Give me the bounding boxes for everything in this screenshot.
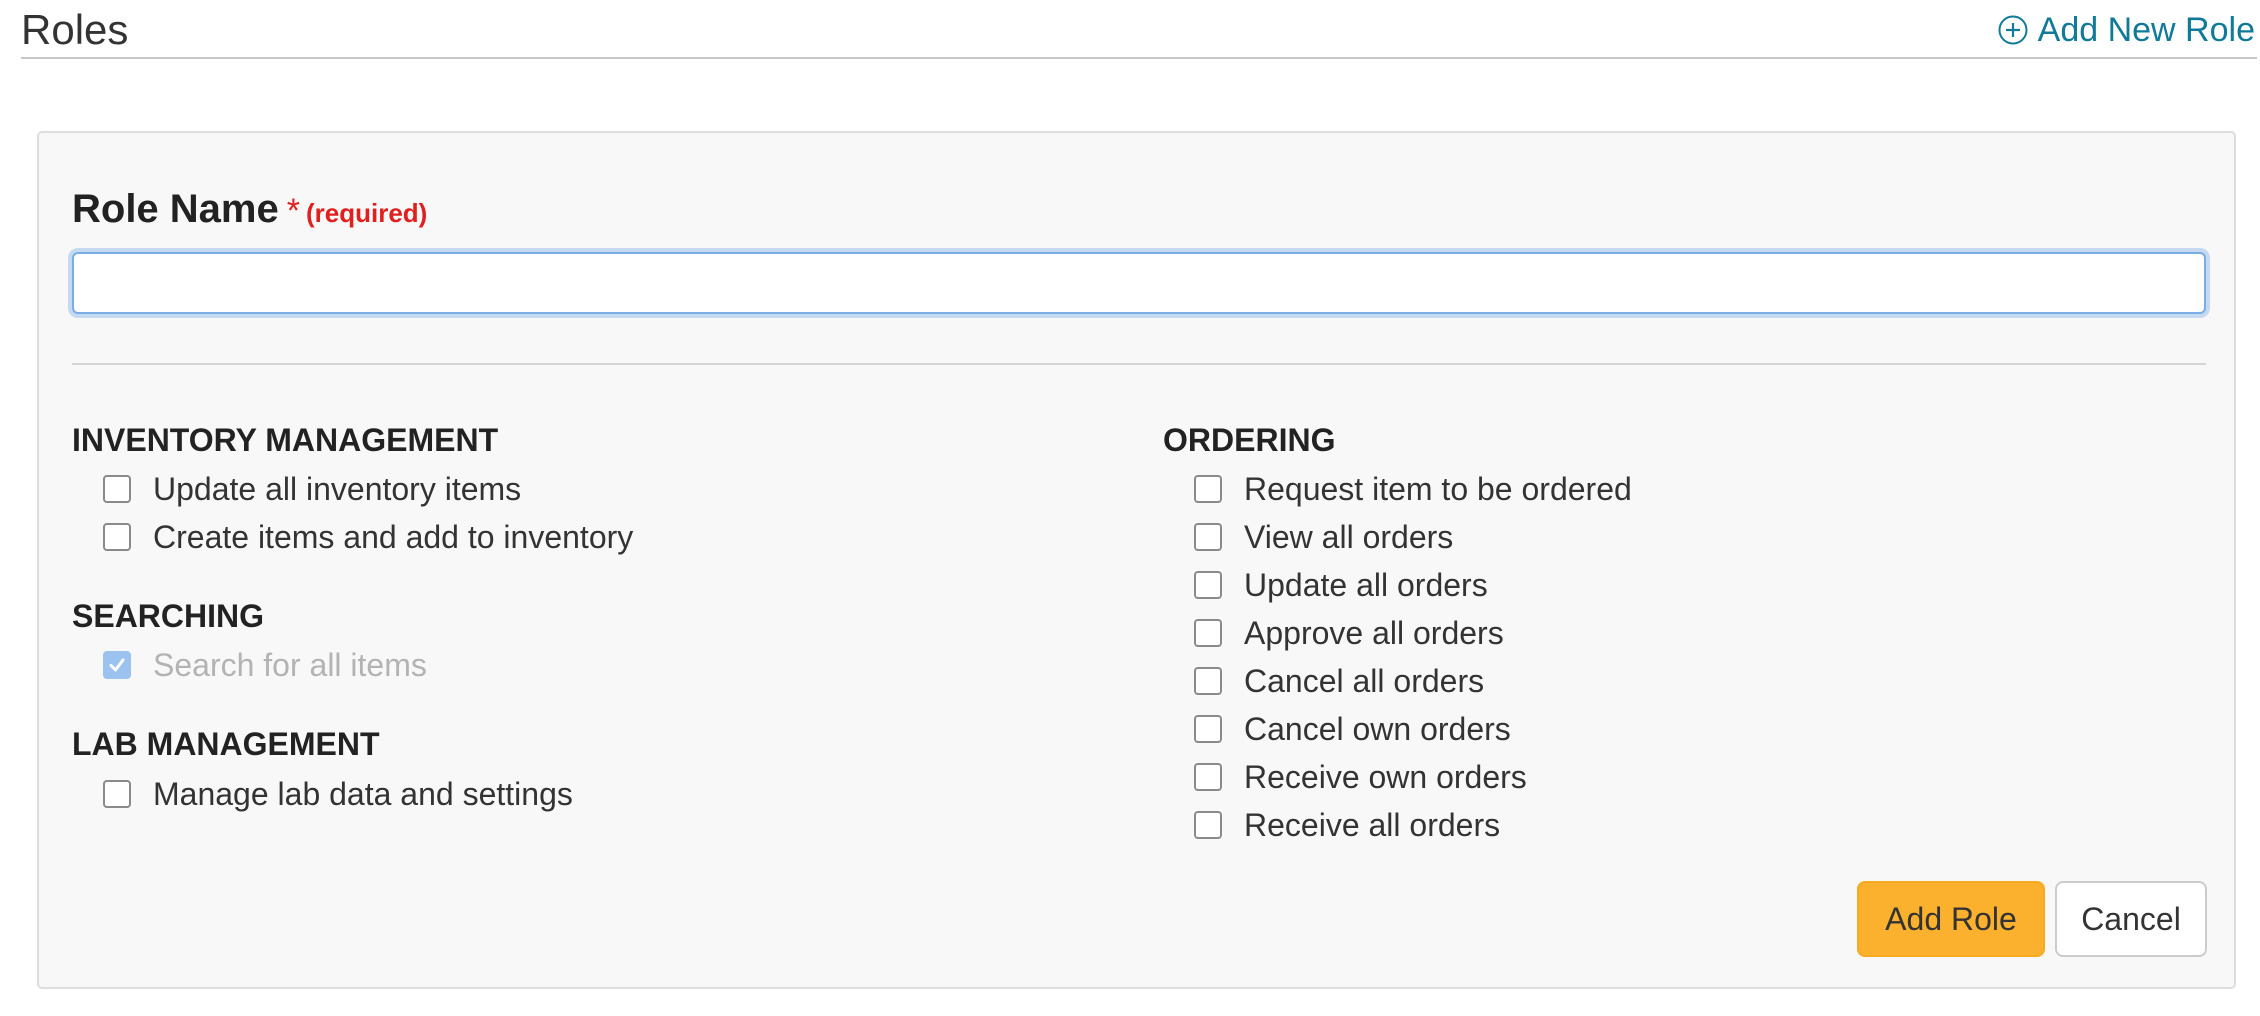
permission-label: Update all orders [1244,567,1488,603]
checkbox[interactable] [103,475,131,503]
permission-receive-all-orders[interactable]: Receive all orders [1194,805,1500,845]
permission-create-items[interactable]: Create items and add to inventory [103,517,633,557]
role-name-label-text: Role Name [72,187,279,231]
checkbox[interactable] [1194,811,1222,839]
checkbox[interactable] [1194,571,1222,599]
permission-label: Update all inventory items [153,471,522,507]
section-heading-searching: SEARCHING [72,598,265,634]
permission-label: Receive all orders [1244,807,1501,843]
page-header: Roles Add New Role [21,0,2257,59]
page-title: Roles [21,6,129,53]
permission-label: Cancel own orders [1244,711,1511,747]
role-name-label: Role Name * (required) [72,185,427,237]
permission-view-all-orders[interactable]: View all orders [1194,517,1453,557]
permission-label: Create items and add to inventory [153,519,634,555]
permission-label: Approve all orders [1244,615,1504,651]
permission-request-item-to-be-ordered[interactable]: Request item to be ordered [1194,469,1632,509]
roles-page: Roles Add New Role Role Name * (required) … [0,0,2260,1016]
add-new-role-link[interactable]: Add New Role [1998,10,2255,50]
permission-label: Request item to be ordered [1244,471,1632,507]
permission-update-all-inventory-items[interactable]: Update all inventory items [103,469,521,509]
role-name-input[interactable] [72,252,2206,314]
permission-update-all-orders[interactable]: Update all orders [1194,565,1488,605]
permission-label: Receive own orders [1244,759,1527,795]
add-new-role-label: Add New Role [2037,11,2255,49]
section-heading-ordering: ORDERING [1163,422,1336,458]
required-star: * [286,192,300,230]
cancel-button[interactable]: Cancel [2055,881,2207,957]
section-heading-lab: LAB MANAGEMENT [72,726,380,762]
checkbox[interactable] [1194,475,1222,503]
checkbox[interactable] [1194,667,1222,695]
checkbox[interactable] [1194,523,1222,551]
permission-manage-lab-data[interactable]: Manage lab data and settings [103,774,573,814]
permission-receive-own-orders[interactable]: Receive own orders [1194,757,1527,797]
checkbox[interactable] [1194,763,1222,791]
checkbox[interactable] [1194,619,1222,647]
form-divider [72,363,2206,365]
checkbox[interactable] [1194,715,1222,743]
section-heading-inventory: INVENTORY MANAGEMENT [72,422,499,458]
permission-label: View all orders [1244,519,1454,555]
checkbox[interactable] [103,523,131,551]
plus-circle-icon [1998,15,2028,45]
add-role-button[interactable]: Add Role [1857,881,2045,957]
required-text: (required) [305,198,428,228]
permission-cancel-own-orders[interactable]: Cancel own orders [1194,709,1511,749]
add-role-panel: Role Name * (required) INVENTORY MANAGEMEN… [37,131,2236,989]
permission-label: Search for all items [153,647,427,683]
checkmark-icon [109,658,125,672]
checkbox-checked-disabled [103,651,131,679]
permission-cancel-all-orders[interactable]: Cancel all orders [1194,661,1484,701]
permission-label: Manage lab data and settings [153,776,573,812]
permission-label: Cancel all orders [1244,663,1485,699]
permission-search-for-all-items: Search for all items [103,645,427,685]
permission-approve-all-orders[interactable]: Approve all orders [1194,613,1504,653]
checkbox[interactable] [103,780,131,808]
